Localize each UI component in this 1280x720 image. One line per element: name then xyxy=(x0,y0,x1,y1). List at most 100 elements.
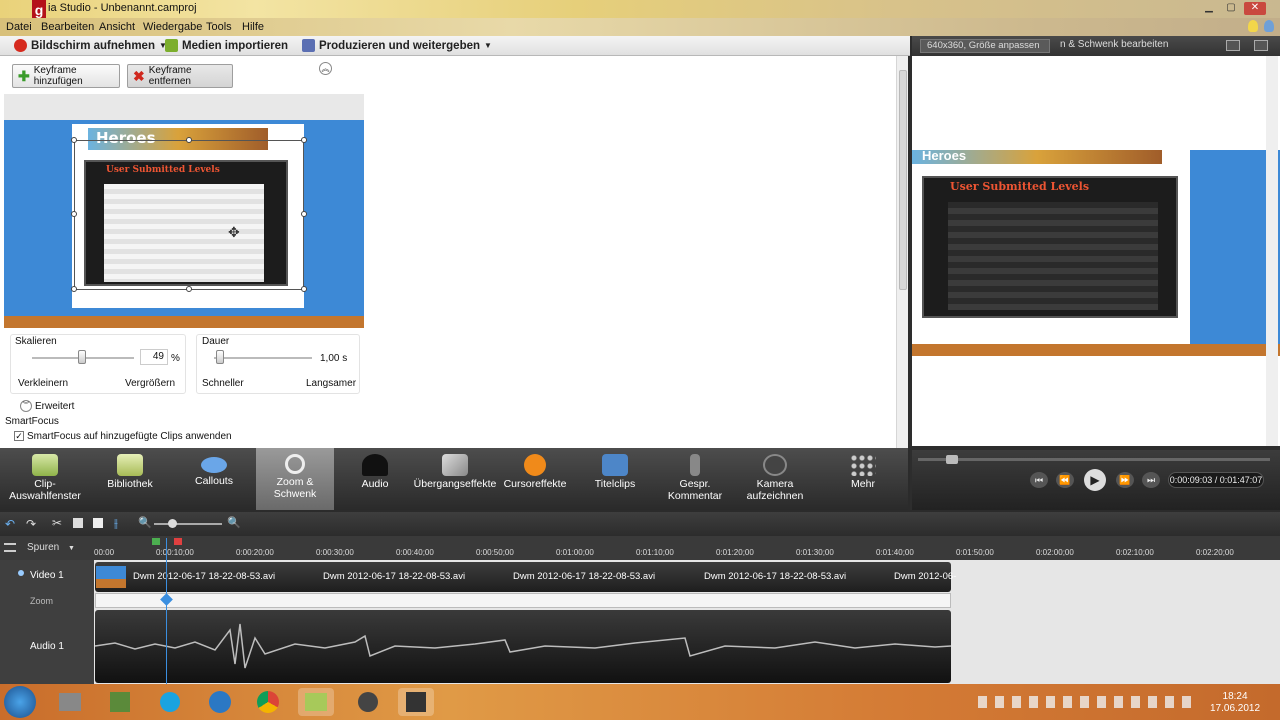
menu-help[interactable]: Hilfe xyxy=(242,21,264,33)
timeline-zoom-slider[interactable] xyxy=(154,523,222,525)
produce-share-label: Produzieren und weitergeben xyxy=(319,39,481,52)
taskbar-minecraft[interactable] xyxy=(102,688,138,716)
undo-icon[interactable]: ↶ xyxy=(5,517,15,531)
panel-scrollbar[interactable] xyxy=(896,56,908,448)
tool-title-clips[interactable]: Titelclips xyxy=(576,448,654,510)
maximize-button[interactable]: ▢ xyxy=(1220,2,1242,15)
clip-bin-icon xyxy=(32,454,58,476)
tool-transitions[interactable]: Übergangseffekte xyxy=(414,448,496,510)
resize-handle[interactable] xyxy=(71,286,77,292)
zoom-selection-box[interactable] xyxy=(74,140,304,290)
menu-tools[interactable]: Tools xyxy=(206,21,232,33)
advanced-toggle[interactable]: Erweitert xyxy=(35,401,74,412)
timeline-zoom-thumb[interactable] xyxy=(168,519,177,528)
paste-icon[interactable] xyxy=(93,518,103,528)
produce-share-button[interactable]: Produzieren und weitergeben ▼ xyxy=(302,39,492,52)
smartfocus-checkbox[interactable]: ✓ xyxy=(14,431,24,441)
tool-record-camera[interactable]: Kamera aufzeichnen xyxy=(736,448,814,510)
tool-more[interactable]: Mehr xyxy=(824,448,902,510)
cut-icon[interactable]: ✂ xyxy=(52,516,62,530)
browser-chrome xyxy=(4,94,364,120)
preview-scrollbar[interactable] xyxy=(1266,56,1278,446)
tool-cursor-effects[interactable]: Cursoreffekte xyxy=(496,448,574,510)
fullscreen-icon[interactable] xyxy=(1254,40,1268,51)
preview-frame[interactable]: Heroes User Submitted Levels xyxy=(912,150,1280,356)
tool-zoom-pan[interactable]: Zoom & Schwenk xyxy=(256,448,334,510)
skip-back-button[interactable]: ⏮ xyxy=(1030,472,1048,488)
tip-bulb-icon[interactable] xyxy=(1248,20,1258,32)
taskbar-app[interactable] xyxy=(202,688,238,716)
menu-view[interactable]: Ansicht xyxy=(99,21,135,33)
resize-handle[interactable] xyxy=(71,211,77,217)
taskbar-explorer[interactable] xyxy=(52,688,88,716)
skip-forward-button[interactable]: ⏭ xyxy=(1142,472,1160,488)
scale-input[interactable]: 49 xyxy=(140,349,168,365)
fast-forward-button[interactable]: ⏩ xyxy=(1116,472,1134,488)
scale-slider-thumb[interactable] xyxy=(77,350,86,364)
zoom-track[interactable] xyxy=(95,593,951,608)
start-button[interactable] xyxy=(4,686,36,718)
ruler-tick-label: 0:00:50;00 xyxy=(476,548,514,557)
tool-audio[interactable]: Audio xyxy=(336,448,414,510)
import-media-button[interactable]: Medien importieren xyxy=(165,39,288,52)
taskbar-clock[interactable]: 18:24 17.06.2012 xyxy=(1210,691,1260,715)
taskbar-chrome[interactable] xyxy=(250,688,286,716)
scrub-thumb[interactable] xyxy=(946,455,958,464)
menu-playback[interactable]: Wiedergabe xyxy=(143,21,202,33)
scrub-bar[interactable] xyxy=(918,458,1270,461)
clock-date: 17.06.2012 xyxy=(1210,703,1261,714)
close-button[interactable]: ✕ xyxy=(1244,2,1266,15)
audio-icon xyxy=(362,454,388,476)
resize-handle[interactable] xyxy=(301,137,307,143)
detach-icon[interactable] xyxy=(1226,40,1240,51)
help-bulb-icon[interactable] xyxy=(1264,20,1274,32)
duration-slider-track[interactable] xyxy=(214,357,312,359)
redo-icon[interactable]: ↷ xyxy=(26,517,36,531)
selection-end-marker[interactable] xyxy=(174,538,182,545)
taskbar-media[interactable] xyxy=(350,688,386,716)
resize-handle[interactable] xyxy=(71,137,77,143)
remove-keyframe-button[interactable]: ✖ Keyframe entfernen xyxy=(127,64,233,88)
record-screen-button[interactable]: Bildschirm aufnehmen ▼ xyxy=(14,39,167,52)
zoom-out-icon[interactable]: 🔍 xyxy=(138,516,152,529)
resize-handle[interactable] xyxy=(186,286,192,292)
audio-clip[interactable] xyxy=(94,610,952,683)
ruler-tick-label: 0:00:20;00 xyxy=(236,548,274,557)
taskbar-recorder[interactable] xyxy=(398,688,434,716)
menu-edit[interactable]: Bearbeiten xyxy=(41,21,94,33)
smartfocus-checkbox-label: SmartFocus auf hinzugefügte Clips anwend… xyxy=(27,431,232,442)
tool-library[interactable]: Bibliothek xyxy=(90,448,170,510)
resize-handle[interactable] xyxy=(301,211,307,217)
zoom-in-icon[interactable]: 🔍 xyxy=(227,516,241,529)
preview-size-dropdown[interactable]: 640x360, Größe anpassen ▼ xyxy=(920,39,1050,62)
split-icon[interactable]: ⫲ xyxy=(114,516,118,531)
system-tray-icons[interactable] xyxy=(978,696,1198,708)
track-toggle-icon[interactable] xyxy=(18,570,24,576)
taskbar-camtasia[interactable] xyxy=(298,688,334,716)
add-keyframe-button[interactable]: ✚ Keyframe hinzufügen xyxy=(12,64,120,88)
tool-clip-bin[interactable]: Clip- Auswahlfenster xyxy=(0,448,90,510)
tracks-menu-icon[interactable] xyxy=(4,543,16,552)
zoom-thumbnail[interactable]: Heroes User Submitted Levels ✥ xyxy=(4,94,364,328)
collapse-icon[interactable]: ︽ xyxy=(319,62,332,75)
resize-handle[interactable] xyxy=(186,137,192,143)
duration-slider-thumb[interactable] xyxy=(215,350,224,364)
taskbar-skype[interactable] xyxy=(152,688,188,716)
copy-icon[interactable] xyxy=(73,518,83,528)
rewind-button[interactable]: ⏪ xyxy=(1056,472,1074,488)
play-button[interactable]: ▶ xyxy=(1084,469,1106,491)
resize-handle[interactable] xyxy=(301,286,307,292)
scrollbar-thumb[interactable] xyxy=(899,70,907,290)
move-icon[interactable]: ✥ xyxy=(228,224,240,241)
tool-callouts[interactable]: Callouts xyxy=(172,448,256,510)
preview-mode-label: n & Schwenk bearbeiten xyxy=(1060,39,1169,50)
tool-voice-narration[interactable]: Gespr. Kommentar xyxy=(656,448,734,510)
minimize-button[interactable]: ▁ xyxy=(1198,2,1220,15)
selection-start-marker[interactable] xyxy=(152,538,160,545)
clip-label: Dwm 2012-06-17 18-22-08-53.avi xyxy=(704,571,847,582)
menu-file[interactable]: Datei xyxy=(6,21,32,33)
playhead[interactable] xyxy=(166,538,167,684)
expand-icon[interactable]: ︾ xyxy=(20,400,32,412)
tracks-dropdown[interactable]: Spuren ▼ xyxy=(27,542,75,553)
ruler-tick-label: 0:00:10;00 xyxy=(156,548,194,557)
